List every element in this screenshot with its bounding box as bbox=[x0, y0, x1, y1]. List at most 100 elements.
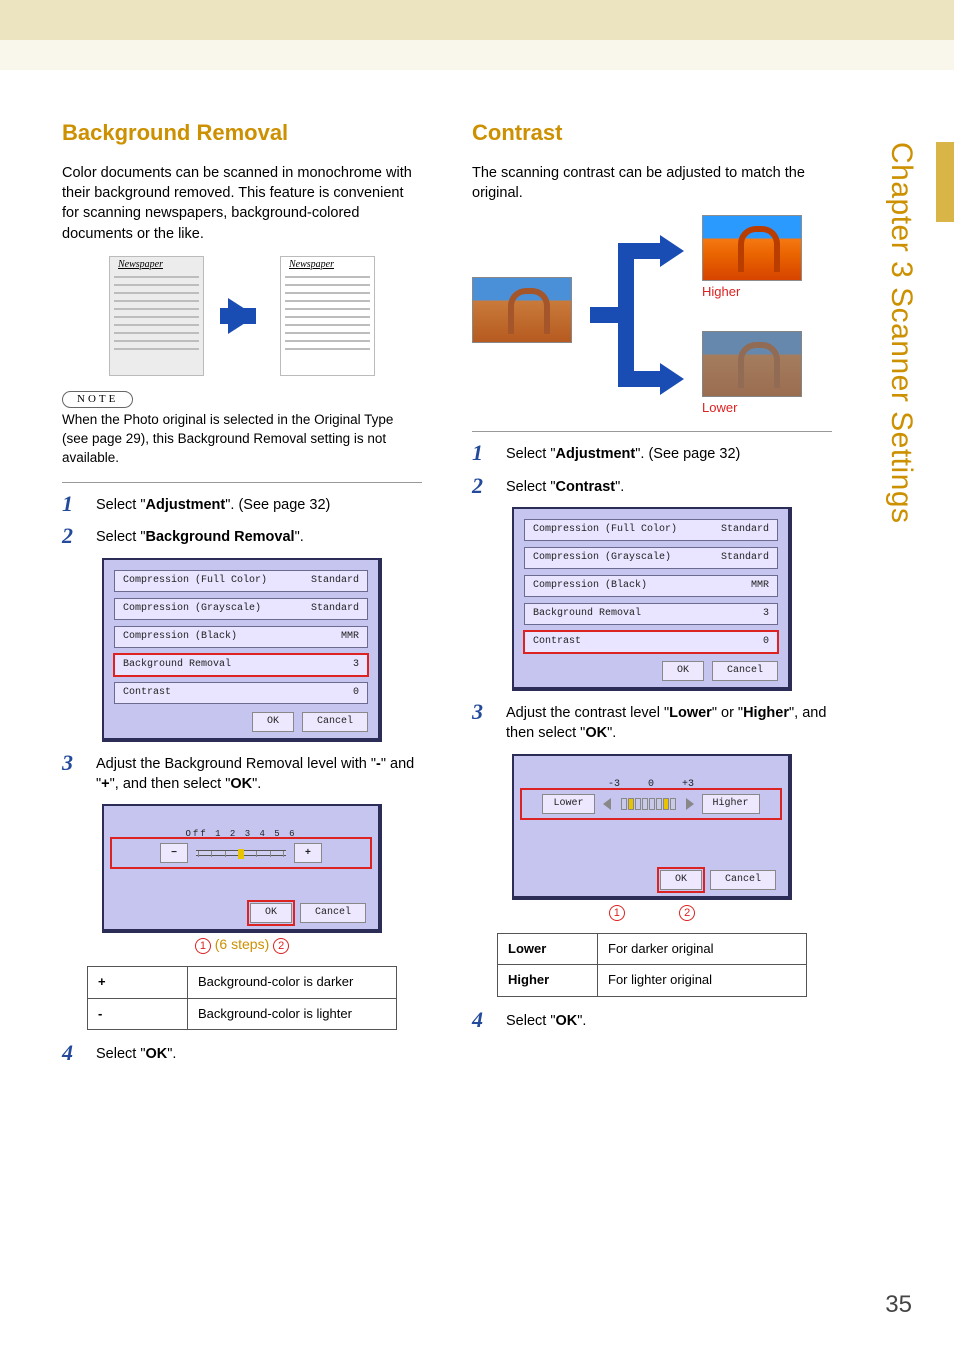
six-steps-text: (6 steps) bbox=[215, 936, 269, 952]
cell: Background-color is lighter bbox=[188, 998, 397, 1029]
t: +3 bbox=[682, 778, 694, 792]
t: 0 bbox=[648, 778, 654, 792]
menu-row-compression-black[interactable]: Compression (Black)MMR bbox=[524, 575, 778, 597]
step-number: 1 bbox=[472, 442, 492, 464]
step-text: Adjust the Background Removal level with… bbox=[96, 752, 422, 795]
newspaper-label: Newspaper bbox=[289, 258, 334, 272]
slider-caption: 1 (6 steps) 2 bbox=[62, 935, 422, 955]
contrast-intro: The scanning contrast can be adjusted to… bbox=[472, 163, 832, 204]
t: Adjustment bbox=[555, 446, 635, 462]
v: Standard bbox=[721, 523, 769, 537]
step-number: 3 bbox=[62, 752, 82, 795]
cancel-button[interactable]: Cancel bbox=[712, 661, 778, 681]
step-number: 2 bbox=[62, 525, 82, 547]
ok-button[interactable]: OK bbox=[660, 870, 702, 890]
menu-row-compression-fullcolor[interactable]: Compression (Full Color)Standard bbox=[114, 570, 368, 592]
newspaper-label: Newspaper bbox=[118, 258, 163, 272]
branch-arrows-icon bbox=[582, 235, 682, 385]
minus-button[interactable]: − bbox=[160, 843, 188, 863]
l: Contrast bbox=[123, 686, 171, 700]
table-row: +Background-color is darker bbox=[88, 967, 397, 998]
v: 3 bbox=[353, 658, 359, 672]
menu-row-contrast[interactable]: Contrast0 bbox=[524, 631, 778, 653]
newspaper-lines bbox=[285, 273, 370, 371]
cell: Background-color is darker bbox=[188, 967, 397, 998]
t: Contrast bbox=[555, 479, 615, 495]
t: " or " bbox=[712, 705, 743, 721]
step-4: 4 Select "OK". bbox=[62, 1042, 422, 1064]
t: Select " bbox=[96, 1046, 145, 1062]
t: Select " bbox=[506, 479, 555, 495]
step-number: 1 bbox=[62, 493, 82, 515]
t: Select " bbox=[506, 446, 555, 462]
l: Compression (Full Color) bbox=[123, 574, 267, 588]
label-lower: Lower bbox=[702, 399, 737, 417]
bg-removal-slider-panel: Off 1 2 3 4 5 6 − + OK Cancel bbox=[102, 804, 382, 933]
ok-button[interactable]: OK bbox=[250, 903, 292, 923]
section-title-bg-removal: Background Removal bbox=[62, 118, 422, 149]
t: OK bbox=[585, 725, 607, 741]
slider-thumb[interactable] bbox=[238, 849, 244, 859]
step-number: 2 bbox=[472, 475, 492, 497]
l: Background Removal bbox=[123, 658, 231, 672]
cell: Higher bbox=[498, 965, 598, 996]
newspaper-before: Newspaper bbox=[109, 256, 204, 376]
left-column: Background Removal Color documents can b… bbox=[62, 118, 422, 1074]
t: ". bbox=[577, 1013, 586, 1029]
label-higher: Higher bbox=[702, 283, 740, 301]
cancel-button[interactable]: Cancel bbox=[302, 712, 368, 732]
higher-button[interactable]: Higher bbox=[702, 794, 760, 814]
menu-row-background-removal[interactable]: Background Removal3 bbox=[524, 603, 778, 625]
menu-row-compression-fullcolor[interactable]: Compression (Full Color)Standard bbox=[524, 519, 778, 541]
t: OK bbox=[555, 1013, 577, 1029]
menu-row-background-removal[interactable]: Background Removal 3 bbox=[114, 654, 368, 676]
t: ". (See page 32) bbox=[225, 497, 330, 513]
table-row: LowerFor darker original bbox=[498, 934, 807, 965]
plus-button[interactable]: + bbox=[294, 843, 322, 863]
divider bbox=[472, 431, 832, 432]
cell: For lighter original bbox=[598, 965, 807, 996]
right-column: Contrast The scanning contrast can be ad… bbox=[472, 118, 832, 1074]
callout-2-icon: 2 bbox=[679, 905, 695, 921]
v: 3 bbox=[763, 607, 769, 621]
l: Compression (Grayscale) bbox=[533, 551, 671, 565]
step-3: 3 Adjust the Background Removal level wi… bbox=[62, 752, 422, 795]
callout-2-icon: 2 bbox=[273, 938, 289, 954]
ok-button[interactable]: OK bbox=[252, 712, 294, 732]
cell: For darker original bbox=[598, 934, 807, 965]
step-number: 3 bbox=[472, 701, 492, 744]
t: Background Removal bbox=[145, 529, 294, 545]
cancel-button[interactable]: Cancel bbox=[300, 903, 366, 923]
menu-row-compression-grayscale[interactable]: Compression (Grayscale)Standard bbox=[524, 547, 778, 569]
page-top-band-light bbox=[0, 40, 954, 70]
menu-row-compression-black[interactable]: Compression (Black)MMR bbox=[114, 626, 368, 648]
table-row: -Background-color is lighter bbox=[88, 998, 397, 1029]
ok-button[interactable]: OK bbox=[662, 661, 704, 681]
step-1: 1 Select "Adjustment". (See page 32) bbox=[62, 493, 422, 515]
chapter-side-tab-text: Chapter 3 Scanner Settings bbox=[884, 142, 918, 524]
cell: + bbox=[88, 967, 188, 998]
t: Adjustment bbox=[145, 497, 225, 513]
menu-row-contrast[interactable]: Contrast0 bbox=[114, 682, 368, 704]
step-text: Select "OK". bbox=[96, 1042, 422, 1064]
slider-track[interactable] bbox=[196, 850, 286, 856]
arrow-left-icon bbox=[603, 798, 611, 810]
t: ". bbox=[167, 1046, 176, 1062]
section-title-contrast: Contrast bbox=[472, 118, 832, 149]
contrast-track[interactable] bbox=[621, 798, 676, 810]
step-2: 2 Select "Background Removal". bbox=[62, 525, 422, 547]
cancel-button[interactable]: Cancel bbox=[710, 870, 776, 890]
t: Adjust the contrast level " bbox=[506, 705, 669, 721]
t: ". bbox=[607, 725, 616, 741]
divider bbox=[62, 482, 422, 483]
cell: Lower bbox=[498, 934, 598, 965]
t: -3 bbox=[608, 778, 620, 792]
menu-row-compression-grayscale[interactable]: Compression (Grayscale)Standard bbox=[114, 598, 368, 620]
l: Compression (Black) bbox=[533, 579, 647, 593]
newspaper-lines bbox=[114, 273, 199, 371]
step-4: 4 Select "OK". bbox=[472, 1009, 832, 1031]
t: Higher bbox=[743, 705, 789, 721]
callout-1-icon: 1 bbox=[195, 938, 211, 954]
newspaper-diagram: Newspaper Newspaper bbox=[62, 256, 422, 376]
lower-button[interactable]: Lower bbox=[542, 794, 594, 814]
